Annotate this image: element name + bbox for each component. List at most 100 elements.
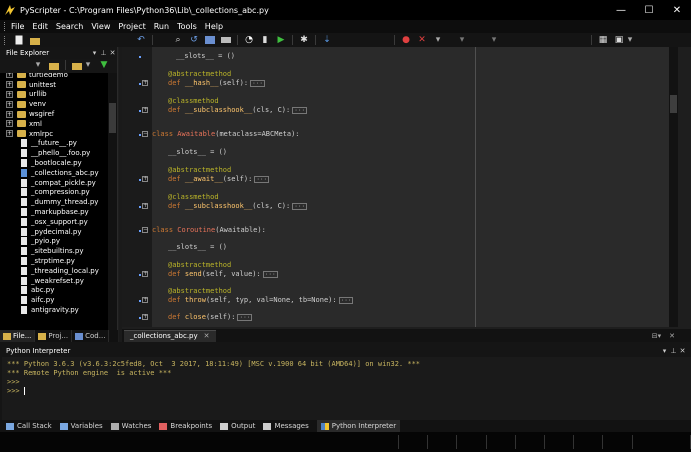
fold-toggle[interactable]: + <box>142 271 148 277</box>
file-tree-item[interactable]: _strptime.py <box>0 256 108 266</box>
menu-run[interactable]: Run <box>154 22 169 31</box>
file-tree-item[interactable]: _compat_pickle.py <box>0 178 108 188</box>
search-icon[interactable]: ⌕ <box>173 35 183 45</box>
file-tree-item[interactable]: + xmlrpc <box>0 129 108 139</box>
fold-toggle[interactable]: + <box>142 176 148 182</box>
tab-breakpoints[interactable]: Breakpoints <box>159 420 212 432</box>
find-in-files-icon[interactable] <box>205 35 215 45</box>
stack-up-icon[interactable]: ▾ <box>457 35 467 45</box>
menu-view[interactable]: View <box>91 22 110 31</box>
minimize-button[interactable]: — <box>607 0 635 20</box>
folded-code-marker[interactable]: ··· <box>292 202 308 210</box>
file-tree-item[interactable]: + unittest <box>0 80 108 90</box>
tab-code-explorer[interactable]: Cod... <box>72 330 110 342</box>
menu-search[interactable]: Search <box>56 22 83 31</box>
expand-icon[interactable]: + <box>6 90 13 98</box>
folded-code-marker[interactable]: ··· <box>250 79 265 87</box>
replace-icon[interactable]: ↺ <box>189 35 199 45</box>
file-tree-item[interactable]: + wsgiref <box>0 109 108 119</box>
file-tree-item[interactable]: + urllib <box>0 90 108 100</box>
file-tree-item[interactable]: _dummy_thread.py <box>0 197 108 207</box>
browse-folder-icon[interactable] <box>49 60 59 70</box>
layout-icon[interactable]: ▦ <box>598 35 608 45</box>
fold-toggle[interactable]: + <box>142 80 148 86</box>
folded-code-marker[interactable]: ··· <box>262 270 278 278</box>
toggle-breakpoint-icon[interactable]: ● <box>401 35 411 45</box>
file-tree-item[interactable]: abc.py <box>0 286 108 296</box>
menu-project[interactable]: Project <box>118 22 145 31</box>
tab-project-explorer[interactable]: Proj... <box>35 330 73 342</box>
run-icon[interactable]: ▶ <box>276 35 286 45</box>
open-folder-icon[interactable] <box>30 35 40 45</box>
menu-edit[interactable]: Edit <box>32 22 48 31</box>
panel-close-icon[interactable]: ✕ <box>678 347 687 355</box>
file-tree-item[interactable]: _bootlocale.py <box>0 158 108 168</box>
expand-icon[interactable]: + <box>6 100 13 108</box>
folded-code-marker[interactable]: ··· <box>237 313 253 321</box>
expand-icon[interactable]: + <box>6 81 13 89</box>
panel-close-icon[interactable]: ✕ <box>108 49 117 57</box>
step-into-icon[interactable]: ⇣ <box>322 35 332 45</box>
chevron-down-icon[interactable]: ▾ <box>625 35 635 45</box>
folded-code-marker[interactable]: ··· <box>254 175 270 183</box>
file-tree-item[interactable]: _pyio.py <box>0 237 108 247</box>
fold-toggle[interactable]: − <box>142 227 148 233</box>
close-button[interactable]: ✕ <box>663 0 691 20</box>
code-editor[interactable]: __slots__ = () @abstractmethod def __has… <box>122 47 691 342</box>
fold-toggle[interactable]: − <box>142 131 148 137</box>
file-tree-scrollbar[interactable] <box>108 73 117 330</box>
interpreter-console[interactable]: *** Python 3.6.3 (v3.6.3:2c5fed8, Oct 3 … <box>2 357 691 420</box>
chevron-down-icon[interactable]: ▾ <box>83 60 93 70</box>
panel-menu-icon[interactable]: ▾ <box>660 347 669 355</box>
close-document-icon[interactable]: ✕ <box>669 332 675 340</box>
menu-tools[interactable]: Tools <box>177 22 197 31</box>
editor-gutter[interactable] <box>122 47 148 327</box>
menu-file[interactable]: File <box>11 22 24 31</box>
tab-python-interpreter[interactable]: Python Interpreter <box>316 420 401 432</box>
toggle-comment-icon[interactable]: ◔ <box>244 35 254 45</box>
file-tree-item[interactable]: _osx_support.py <box>0 217 108 227</box>
file-tree-item[interactable]: __phello__.foo.py <box>0 148 108 158</box>
maximize-button[interactable]: ☐ <box>635 0 663 20</box>
file-tree-item[interactable]: + xml <box>0 119 108 129</box>
expand-icon[interactable]: + <box>6 130 13 138</box>
new-file-icon[interactable] <box>14 35 24 45</box>
toggle-bookmark-icon[interactable] <box>221 35 231 45</box>
file-tree-item[interactable]: + venv <box>0 99 108 109</box>
toolbar-grip[interactable] <box>4 35 7 45</box>
file-tree-item[interactable]: _compression.py <box>0 188 108 198</box>
tab-collections-abc[interactable]: _collections_abc.py ✕ <box>124 329 216 342</box>
layouts-dropdown-icon[interactable]: ▣ <box>614 35 624 45</box>
file-tree-item[interactable]: _threading_local.py <box>0 266 108 276</box>
folded-code-marker[interactable]: ··· <box>292 106 308 114</box>
file-tree-item[interactable]: _markupbase.py <box>0 207 108 217</box>
tab-file-explorer[interactable]: File... <box>0 330 36 342</box>
editor-scrollbar[interactable] <box>669 47 678 327</box>
dropdown-arrow-icon[interactable]: ▾ <box>433 35 443 45</box>
fold-toggle[interactable]: + <box>142 314 148 320</box>
fold-toggle[interactable]: + <box>142 107 148 113</box>
menu-help[interactable]: Help <box>205 22 223 31</box>
expand-icon[interactable]: + <box>6 120 13 128</box>
toolbar-grip[interactable] <box>4 22 7 31</box>
file-tree-item[interactable]: _sitebuiltins.py <box>0 246 108 256</box>
file-tree[interactable]: + turtledemo + unittest + urllib + venv + wsgiref… <box>0 73 108 330</box>
debug-icon[interactable]: ✱ <box>299 35 309 45</box>
clear-breakpoints-icon[interactable]: ✕ <box>417 35 427 45</box>
close-tab-icon[interactable]: ✕ <box>204 332 210 340</box>
favorites-icon[interactable] <box>72 60 82 70</box>
file-tree-item[interactable]: + turtledemo <box>0 73 108 80</box>
file-tree-item[interactable]: antigravity.py <box>0 305 108 315</box>
fold-toggle[interactable]: + <box>142 203 148 209</box>
tab-call-stack[interactable]: Call Stack <box>6 420 52 432</box>
fold-toggle[interactable]: + <box>142 297 148 303</box>
stack-down-icon[interactable]: ▾ <box>489 35 499 45</box>
file-tree-item[interactable]: _weakrefset.py <box>0 276 108 286</box>
debug-toolbar-icon[interactable]: ▮ <box>260 35 270 45</box>
panel-menu-icon[interactable]: ▾ <box>90 49 99 57</box>
filter-icon[interactable]: ▼ <box>99 60 109 70</box>
code-area[interactable]: __slots__ = () @abstractmethod def __has… <box>152 47 669 327</box>
undo-icon[interactable]: ↶ <box>136 35 146 45</box>
folded-code-marker[interactable]: ··· <box>338 296 354 304</box>
file-tree-item[interactable]: __future__.py <box>0 139 108 149</box>
